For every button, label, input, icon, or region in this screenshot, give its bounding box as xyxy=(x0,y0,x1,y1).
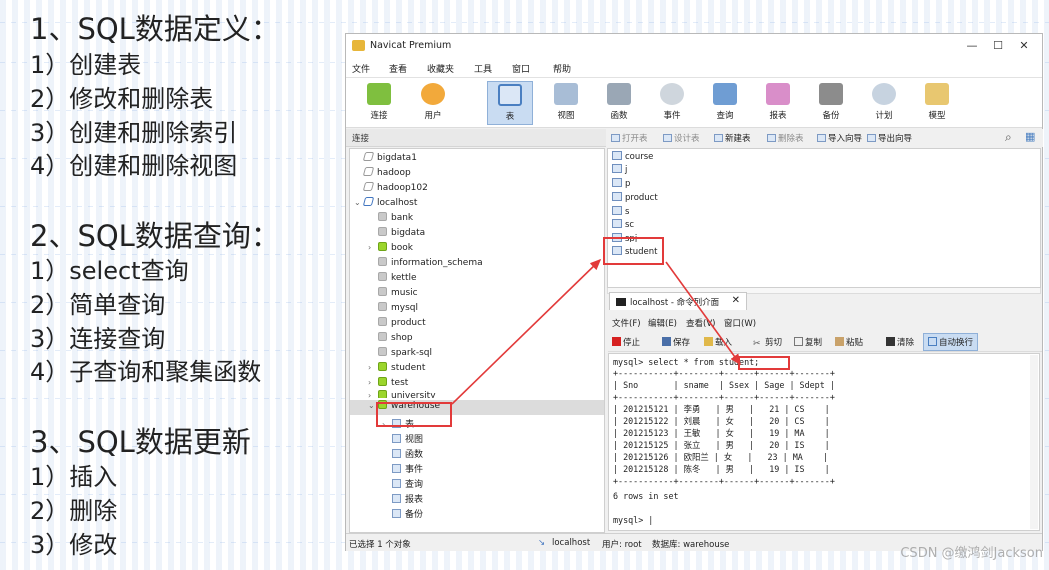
arrow-to-command xyxy=(665,261,741,366)
arrow-to-student-table xyxy=(451,258,602,405)
annotation-arrows xyxy=(451,258,741,405)
watermark: CSDN @缴鸿剑Jackson xyxy=(900,546,1043,561)
